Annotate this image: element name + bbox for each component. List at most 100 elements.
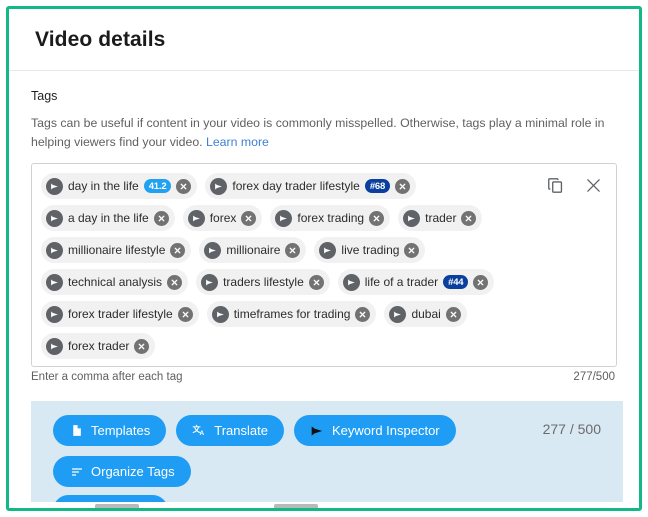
bottom-sliver: [9, 502, 639, 508]
tag-play-icon: [201, 273, 219, 291]
tag-play-icon: [46, 337, 63, 355]
translate-button[interactable]: 文 A Translate: [176, 415, 284, 446]
tag-remove-icon[interactable]: [134, 338, 150, 354]
tag-rank-badge: 41.2: [143, 179, 172, 194]
tag-play-icon: [46, 209, 63, 227]
translate-icon: 文A: [192, 423, 207, 438]
tag-chip[interactable]: millionaire: [199, 237, 307, 264]
tags-help-text: Tags can be useful if content in your vi…: [31, 114, 617, 151]
tag-remove-icon[interactable]: [355, 306, 371, 322]
tag-remove-icon[interactable]: [369, 210, 385, 226]
tag-chip[interactable]: forex trader: [41, 333, 156, 360]
tag-chip[interactable]: live trading: [314, 237, 426, 264]
sort-lines-icon: [69, 464, 84, 479]
tag-chip[interactable]: forex day trader lifestyle #68: [205, 173, 417, 200]
extension-button-label: Keyword Inspector: [331, 423, 440, 438]
tag-play-icon: [46, 177, 63, 195]
tag-chip[interactable]: dubai: [384, 301, 467, 328]
keyword-inspector-button[interactable]: Keyword Inspector: [293, 415, 456, 446]
tag-chip[interactable]: millionaire lifestyle: [41, 237, 192, 264]
extension-button-rows: Templates 文 A Translate Keyword Inspector Org…: [53, 415, 523, 508]
tag-label: millionaire lifestyle: [68, 243, 166, 258]
tag-rank-badge: #68: [364, 179, 391, 194]
tag-play-icon: [46, 273, 63, 291]
templates-button[interactable]: Templates: [53, 415, 167, 446]
sliver-tab: [274, 504, 318, 508]
tag-remove-icon[interactable]: [176, 178, 192, 194]
tag-label: live trading: [341, 243, 400, 258]
tag-play-icon: [204, 241, 222, 259]
tag-label: dubai: [411, 307, 441, 322]
tag-label: timeframes for trading: [233, 307, 351, 322]
tagbox-footer: Enter a comma after each tag 277/500: [31, 367, 617, 383]
card-body: Tags Tags can be useful if content in yo…: [9, 71, 639, 383]
sliver-tab: [95, 504, 139, 508]
extension-button-row: Templates 文 A Translate Keyword Inspector Org…: [53, 415, 523, 487]
tag-remove-icon[interactable]: [285, 242, 301, 258]
play-icon: [310, 423, 325, 438]
tag-chip[interactable]: life of a trader #44: [337, 269, 495, 296]
tag-remove-icon[interactable]: [461, 210, 477, 226]
tag-label: forex trader lifestyle: [68, 307, 173, 322]
tag-chip[interactable]: a day in the life: [41, 205, 175, 232]
tag-chip[interactable]: timeframes for trading: [206, 301, 377, 328]
tag-remove-icon[interactable]: [177, 306, 193, 322]
tags-help-sentence: Tags can be useful if content in your vi…: [31, 116, 605, 149]
tag-play-icon: [187, 209, 205, 227]
tag-play-icon: [46, 241, 63, 259]
organize-tags-button[interactable]: Organize Tags: [53, 456, 191, 487]
tag-label: a day in the life: [68, 211, 149, 226]
tag-remove-icon[interactable]: [241, 210, 257, 226]
tags-section-label: Tags: [31, 89, 58, 103]
tags-input-box[interactable]: day in the life 41.2 forex day trader life…: [31, 163, 617, 368]
tag-chip-list: day in the life 41.2 forex day trader life…: [41, 173, 511, 360]
close-icon[interactable]: [585, 177, 602, 199]
tag-label: forex trading: [297, 211, 365, 226]
page-title: Video details: [35, 27, 166, 51]
tag-chip[interactable]: trader: [398, 205, 483, 232]
tag-label: day in the life: [68, 179, 139, 194]
extension-button-label: Templates: [91, 423, 151, 438]
tag-label: trader: [425, 211, 457, 226]
tag-remove-icon[interactable]: [404, 242, 420, 258]
tag-remove-icon[interactable]: [167, 274, 183, 290]
learn-more-link[interactable]: Learn more: [206, 135, 269, 149]
tag-rank-badge: #44: [443, 275, 469, 290]
tag-play-icon: [211, 305, 229, 323]
tagbox-actions: [546, 176, 602, 200]
tag-chip[interactable]: forex trader lifestyle: [41, 301, 199, 328]
tag-chip[interactable]: forex trading: [270, 205, 391, 232]
tag-play-icon: [319, 241, 337, 259]
tags-character-counter: 277/500: [573, 371, 615, 384]
tag-chip[interactable]: technical analysis: [41, 269, 189, 296]
tag-label: forex day trader lifestyle: [232, 179, 360, 194]
tag-chip[interactable]: day in the life 41.2: [41, 173, 198, 200]
card-header: Video details: [9, 9, 639, 71]
tag-play-icon: [46, 305, 63, 323]
tag-remove-icon[interactable]: [445, 306, 461, 322]
tag-remove-icon[interactable]: [153, 210, 169, 226]
extension-button-label: Translate: [214, 423, 268, 438]
tag-play-icon: [275, 209, 293, 227]
extension-button-label: Organize Tags: [91, 464, 175, 479]
tag-remove-icon[interactable]: [473, 274, 489, 290]
tag-chip[interactable]: traders lifestyle: [196, 269, 330, 296]
video-details-card: Video details Tags Tags can be useful if…: [6, 6, 642, 511]
tag-label: forex: [209, 211, 237, 226]
tag-remove-icon[interactable]: [395, 178, 411, 194]
tag-play-icon: [403, 209, 421, 227]
tags-hint: Enter a comma after each tag: [31, 371, 183, 384]
tag-label: forex trader: [68, 339, 130, 354]
tag-play-icon: [210, 177, 228, 195]
tag-label: technical analysis: [68, 275, 163, 290]
tag-label: millionaire: [226, 243, 281, 258]
tag-play-icon: [389, 305, 407, 323]
tag-play-icon: [342, 273, 360, 291]
tag-chip[interactable]: forex: [182, 205, 263, 232]
extension-character-counter: 277 / 500: [542, 421, 601, 437]
svg-text:A: A: [200, 430, 205, 437]
tag-label: life of a trader: [364, 275, 439, 290]
copy-icon[interactable]: [546, 176, 565, 200]
tag-remove-icon[interactable]: [170, 242, 186, 258]
tag-remove-icon[interactable]: [308, 274, 324, 290]
